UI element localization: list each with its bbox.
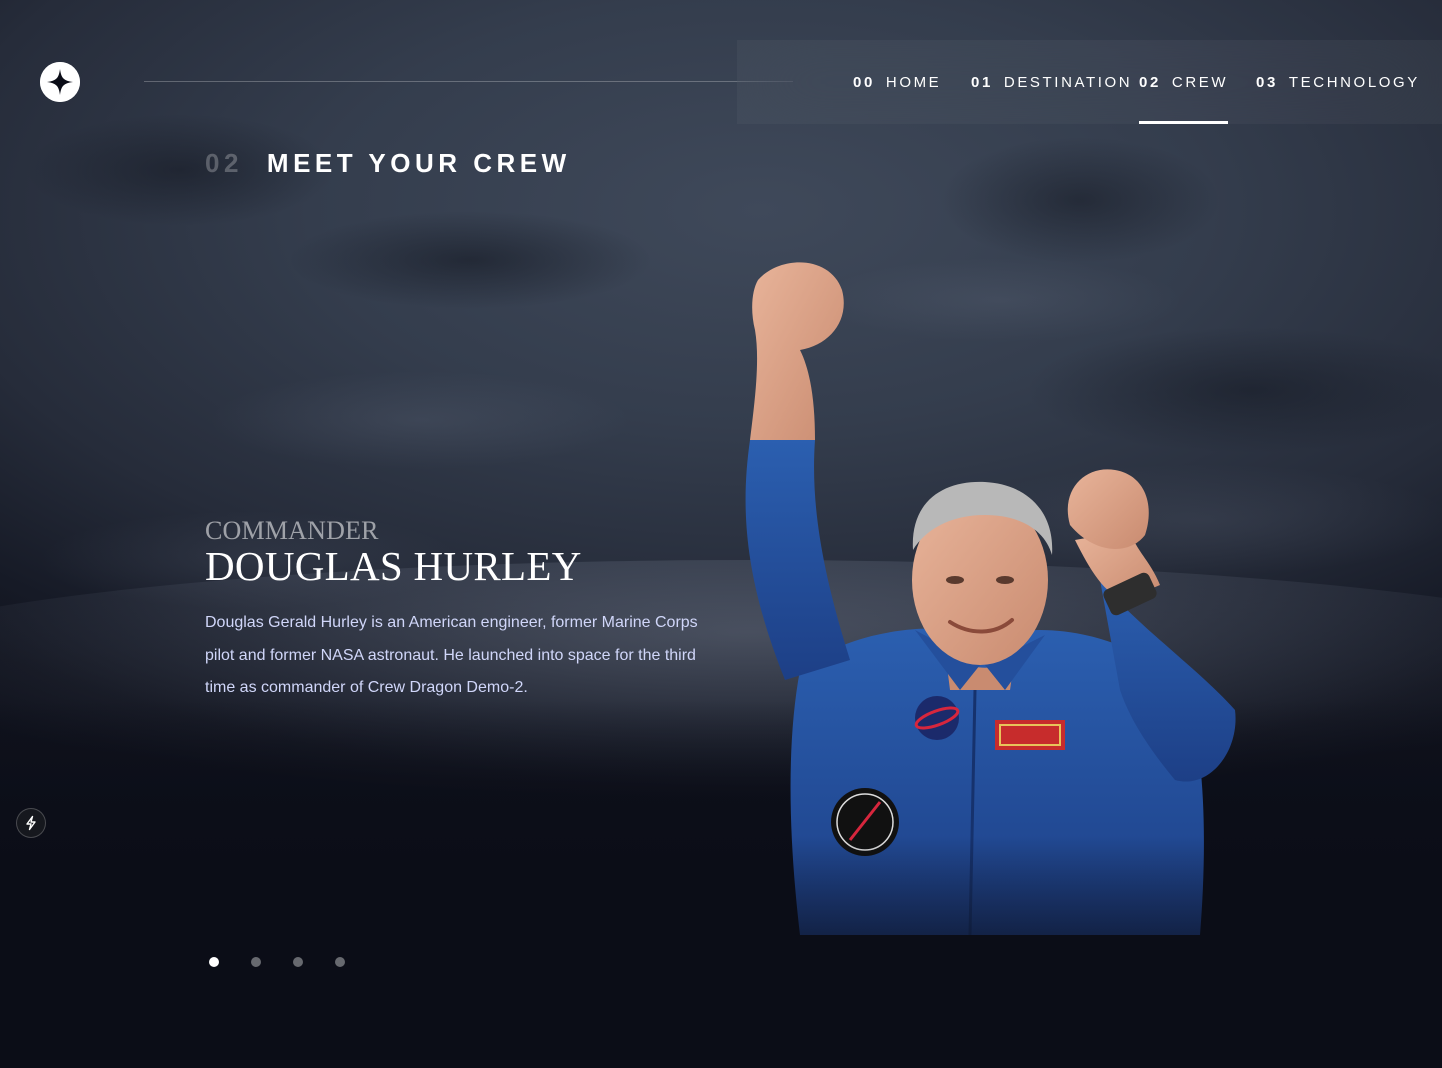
- site-header: 00 HOME 01 DESTINATION 02 CREW 03 TECHNO…: [0, 40, 1442, 124]
- page-title: 02 MEET YOUR CREW: [205, 148, 571, 179]
- nav-item-label: TECHNOLOGY: [1288, 73, 1420, 91]
- page-title-text: MEET YOUR CREW: [266, 148, 571, 178]
- nav-item-destination[interactable]: 01 DESTINATION: [971, 40, 1132, 124]
- lightning-bolt-icon: [26, 815, 36, 831]
- pagination-dot-3[interactable]: [293, 957, 303, 967]
- header-divider-line: [144, 81, 793, 82]
- pagination-dot-2[interactable]: [251, 957, 261, 967]
- nav-item-label: HOME: [885, 73, 942, 91]
- pagination-dot-1[interactable]: [209, 957, 219, 967]
- nav-item-technology[interactable]: 03 TECHNOLOGY: [1256, 40, 1420, 124]
- nav-item-crew[interactable]: 02 CREW: [1139, 40, 1229, 124]
- nav-item-number: 02: [1139, 73, 1161, 91]
- crew-member-image: [730, 250, 1250, 940]
- nav-item-number: 01: [971, 73, 993, 91]
- nav-item-label: DESTINATION: [1003, 73, 1133, 91]
- page-number: 02: [205, 148, 243, 178]
- primary-navigation: 00 HOME 01 DESTINATION 02 CREW 03 TECHNO…: [737, 40, 1442, 124]
- nav-item-number: 03: [1256, 73, 1278, 91]
- crew-name: Douglas Hurley: [205, 543, 582, 589]
- nav-item-home[interactable]: 00 HOME: [853, 40, 941, 124]
- home-logo-link[interactable]: [40, 62, 80, 102]
- pagination-dot-4[interactable]: [335, 957, 345, 967]
- crew-pagination: [209, 957, 345, 967]
- side-badge-button[interactable]: [16, 808, 46, 838]
- nav-item-number: 00: [853, 73, 875, 91]
- crew-bio: Douglas Gerald Hurley is an American eng…: [205, 614, 698, 696]
- nav-item-label: CREW: [1171, 73, 1229, 91]
- star-logo-icon: [40, 62, 80, 102]
